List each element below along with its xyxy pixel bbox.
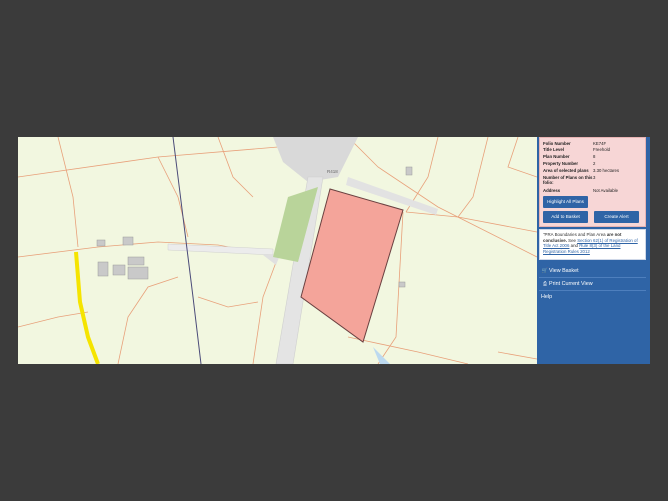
print-current-view-item[interactable]: ⎙ Print Current View bbox=[539, 278, 646, 290]
highlight-all-plans-button[interactable]: Highlight All Plans bbox=[543, 196, 588, 208]
address-row: Address Not Available bbox=[543, 188, 618, 193]
num-plans-value: 3 bbox=[593, 175, 596, 180]
map-view[interactable]: R418 bbox=[18, 137, 537, 364]
title-level-row: Title Level Freehold bbox=[543, 147, 610, 152]
folio-panel: Folio Number KE74F Title Level Freehold Pl… bbox=[537, 137, 650, 364]
folio-number-row: Folio Number KE74F bbox=[543, 141, 606, 146]
add-to-basket-button[interactable]: Add to Basket bbox=[543, 211, 588, 223]
address-label: Address bbox=[543, 188, 561, 193]
title-level-value: Freehold bbox=[593, 147, 610, 152]
view-basket-label: View Basket bbox=[549, 268, 579, 274]
folio-number-value: KE74F bbox=[593, 141, 607, 146]
property-number-row: Property Number 2 bbox=[543, 161, 595, 166]
print-icon: ⎙ bbox=[542, 281, 547, 287]
cart-icon: 🛒 bbox=[541, 268, 549, 274]
map-canvas[interactable]: R418 bbox=[18, 137, 537, 364]
address-value: Not Available bbox=[593, 188, 619, 193]
print-current-view-label: Print Current View bbox=[549, 281, 593, 287]
property-number-value: 2 bbox=[593, 161, 596, 166]
folio-info-box: Folio Number KE74F Title Level Freehold Pl… bbox=[539, 137, 646, 227]
help-item[interactable]: Help bbox=[539, 291, 646, 303]
area-row: Area of selected plans 3.30 hectares bbox=[543, 168, 619, 173]
num-plans-label: Number of Plans on this folio: bbox=[543, 175, 593, 185]
area-value: 3.30 hectares bbox=[593, 168, 620, 173]
create-alert-button[interactable]: Create Alert bbox=[594, 211, 639, 223]
plan-number-row: Plan Number 8 bbox=[543, 154, 595, 159]
boundary-disclaimer: "PRA Boundaries and Plan Area are not co… bbox=[539, 229, 646, 260]
disclaimer-prefix: "PRA Boundaries and Plan Area bbox=[543, 232, 607, 237]
plan-number-label: Plan Number bbox=[543, 154, 570, 159]
road-label: R418 bbox=[327, 169, 338, 174]
disclaimer-see: See bbox=[566, 237, 578, 243]
area-label: Area of selected plans bbox=[543, 168, 589, 173]
plan-number-value: 8 bbox=[593, 154, 596, 159]
disclaimer-and: and bbox=[569, 243, 580, 248]
folio-number-label: Folio Number bbox=[543, 141, 571, 146]
view-basket-item[interactable]: 🛒View Basket bbox=[539, 265, 646, 277]
title-level-label: Title Level bbox=[543, 147, 564, 152]
property-number-label: Property Number bbox=[543, 161, 579, 166]
num-plans-row: Number of Plans on this folio:3 bbox=[543, 175, 595, 185]
help-label: Help bbox=[541, 294, 553, 300]
